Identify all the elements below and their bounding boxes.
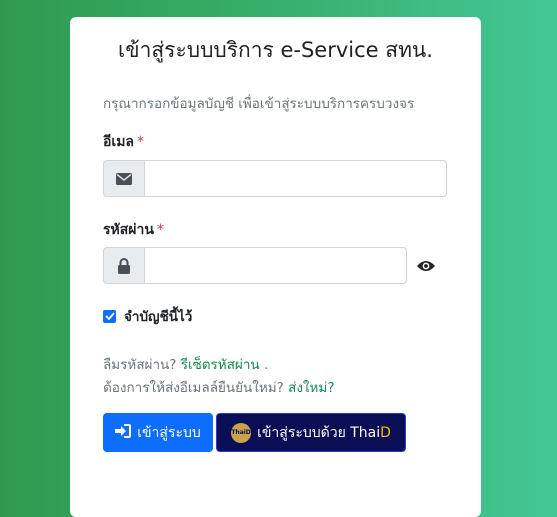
resend-prefix: ต้องการให้ส่งอีเมลล์ยืนยันใหม่? bbox=[103, 380, 284, 396]
password-input-group bbox=[103, 247, 407, 284]
required-mark: * bbox=[156, 222, 164, 238]
email-input-group bbox=[103, 160, 447, 197]
thaid-login-button[interactable]: ThaiD เข้าสู่ระบบด้วย ThaiD bbox=[216, 413, 406, 452]
email-field[interactable] bbox=[144, 160, 447, 197]
remember-checkbox[interactable] bbox=[103, 309, 116, 323]
forgot-password-line: ลืมรหัสผ่าน? รีเซ็ตรหัสผ่าน . bbox=[103, 353, 268, 375]
email-label-text: อีเมล bbox=[103, 134, 135, 150]
thaid-button-label: เข้าสู่ระบบด้วย ThaiD bbox=[257, 424, 391, 441]
password-field[interactable] bbox=[144, 247, 407, 284]
remember-me[interactable]: จำบัญชีนี้ไว้ bbox=[103, 305, 192, 327]
resend-line: ต้องการให้ส่งอีเมลล์ยืนยันใหม่? ส่งใหม่? bbox=[103, 376, 334, 398]
login-button[interactable]: เข้าสู่ระบบ bbox=[103, 413, 213, 452]
thaid-logo-icon: ThaiD bbox=[231, 422, 252, 443]
envelope-icon bbox=[103, 160, 144, 197]
password-label: รหัสผ่าน * bbox=[103, 219, 164, 241]
forgot-prefix: ลืมรหัสผ่าน? bbox=[103, 357, 177, 373]
resend-link[interactable]: ส่งใหม่? bbox=[288, 380, 334, 396]
sign-in-icon bbox=[115, 423, 132, 442]
intro-text: กรุณากรอกข้อมูลบัญชี เพื่อเข้าสู่ระบบบริ… bbox=[103, 96, 415, 112]
login-card: เข้าสู่ระบบบริการ e-Service สทน. กรุณากร… bbox=[70, 17, 481, 517]
email-label: อีเมล * bbox=[103, 131, 144, 153]
lock-icon bbox=[103, 247, 144, 284]
login-button-label: เข้าสู่ระบบ bbox=[137, 424, 201, 441]
forgot-suffix: . bbox=[263, 357, 269, 373]
page-title: เข้าสู่ระบบบริการ e-Service สทน. bbox=[118, 38, 433, 62]
password-label-text: รหัสผ่าน bbox=[103, 222, 154, 238]
reset-password-link[interactable]: รีเซ็ตรหัสผ่าน bbox=[181, 357, 260, 373]
eye-icon[interactable] bbox=[415, 255, 437, 277]
remember-label: จำบัญชีนี้ไว้ bbox=[124, 309, 193, 325]
required-mark: * bbox=[137, 134, 145, 150]
